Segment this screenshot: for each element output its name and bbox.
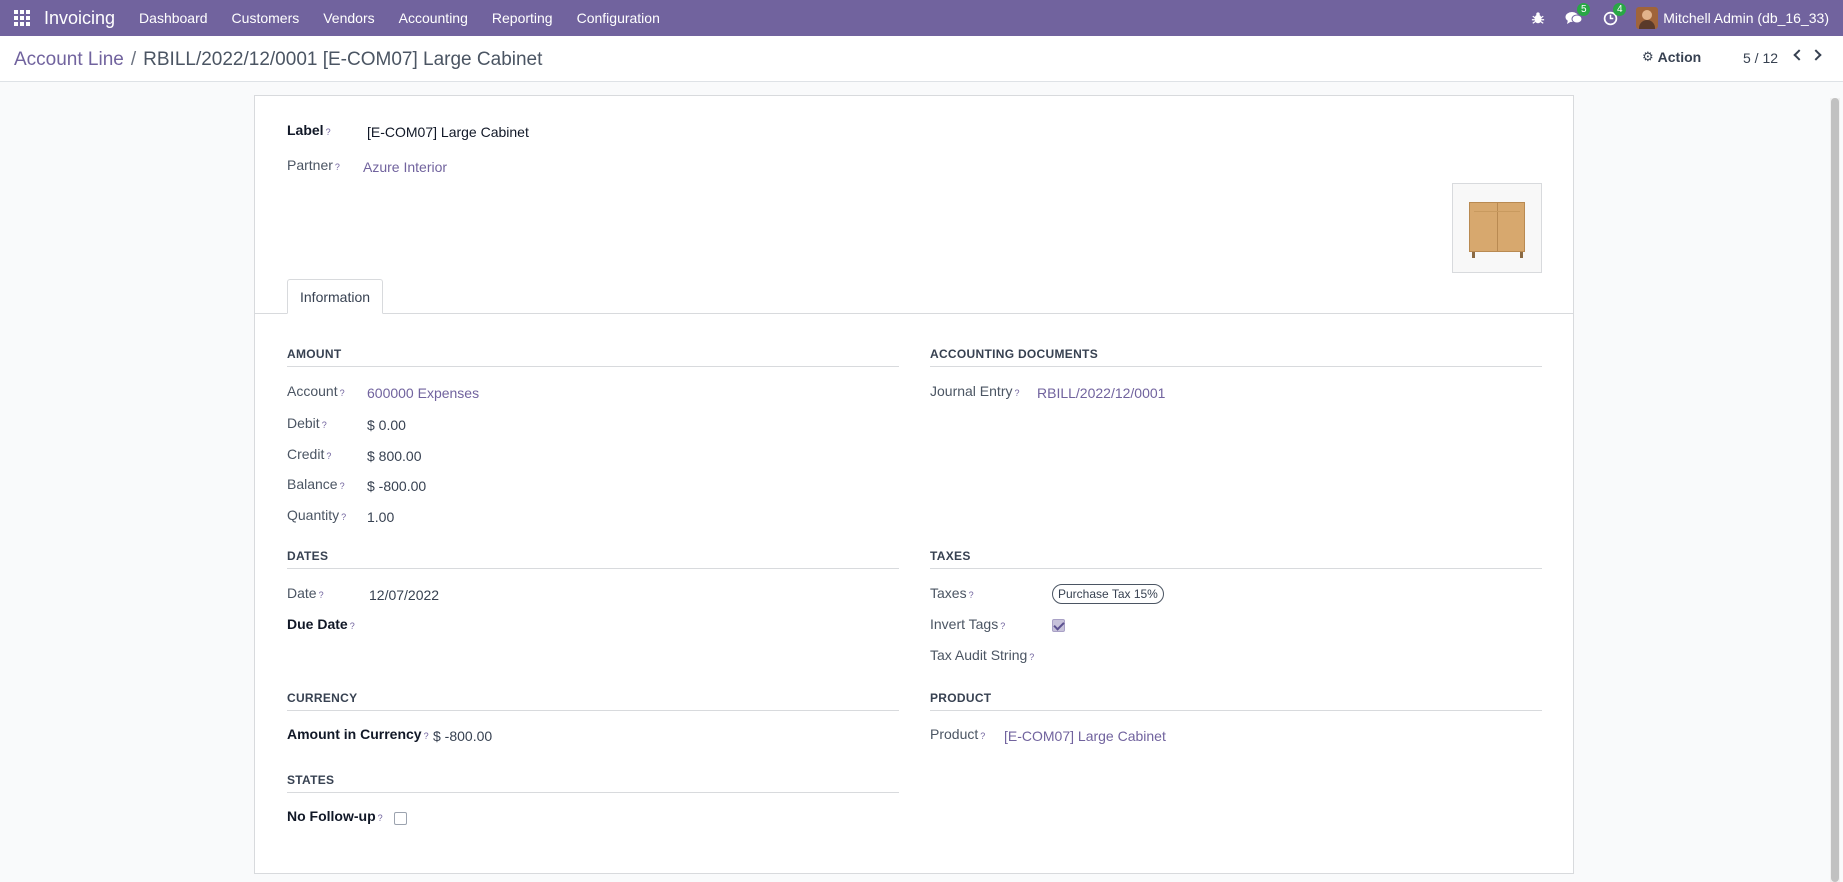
amount-currency-field-label: Amount in Currency? (287, 726, 429, 742)
tax-tag-purchase-15[interactable]: Purchase Tax 15% (1052, 584, 1164, 604)
pager-value[interactable]: 5 / 12 (1743, 50, 1778, 66)
no-followup-checkbox[interactable] (394, 812, 407, 825)
balance-field-label: Balance? (287, 476, 345, 492)
taxes-field-label: Taxes? (930, 585, 974, 601)
app-brand[interactable]: Invoicing (44, 8, 115, 29)
amount-currency-value: $ -800.00 (433, 728, 493, 744)
action-label: Action (1657, 49, 1702, 65)
date-value[interactable]: 12/07/2022 (369, 587, 439, 603)
section-taxes: TAXES (930, 549, 1542, 569)
messages-chat-icon[interactable]: 5 (1556, 0, 1592, 36)
form-sheet: Label? [E-COM07] Large Cabinet Partner? … (254, 95, 1574, 874)
due-date-field-label: Due Date? (287, 616, 355, 632)
partner-field-label: Partner? (287, 157, 340, 173)
control-panel: Account Line / RBILL/2022/12/0001 [E-COM… (0, 36, 1843, 82)
messages-badge: 5 (1577, 3, 1591, 16)
scrollbar-thumb[interactable] (1831, 98, 1839, 882)
invert-tags-checkbox[interactable] (1052, 619, 1065, 632)
activities-badge: 4 (1613, 3, 1627, 16)
menu-configuration[interactable]: Configuration (565, 0, 672, 36)
product-field-label: Product? (930, 726, 986, 742)
chevron-right-icon (1810, 49, 1822, 61)
quantity-field-label: Quantity? (287, 507, 347, 523)
debit-value: $ 0.00 (367, 417, 406, 433)
breadcrumb-account-line[interactable]: Account Line (14, 49, 124, 71)
section-states: STATES (287, 773, 899, 793)
tax-audit-string-field-label: Tax Audit String? (930, 647, 1035, 663)
breadcrumb: Account Line / RBILL/2022/12/0001 [E-COM… (14, 49, 542, 71)
apps-menu-icon[interactable] (0, 0, 44, 36)
label-field-value[interactable]: [E-COM07] Large Cabinet (367, 124, 529, 140)
invert-tags-field-label: Invert Tags? (930, 616, 1006, 632)
activities-clock-icon[interactable]: 4 (1592, 0, 1628, 36)
balance-value: $ -800.00 (367, 478, 427, 494)
menu-customers[interactable]: Customers (220, 0, 312, 36)
no-followup-field-label: No Follow-up? (287, 808, 383, 824)
gear-icon: ⚙ (1642, 49, 1654, 64)
product-link[interactable]: [E-COM07] Large Cabinet (1004, 728, 1166, 744)
cabinet-picture (1469, 202, 1525, 252)
pager-previous-button[interactable] (1790, 47, 1806, 65)
credit-value: $ 800.00 (367, 448, 422, 464)
user-menu[interactable]: Mitchell Admin (db_16_33) (1628, 7, 1843, 29)
tab-information[interactable]: Information (287, 279, 384, 314)
section-accounting-documents: ACCOUNTING DOCUMENTS (930, 347, 1542, 367)
section-currency: CURRENCY (287, 691, 899, 711)
date-field-label: Date? (287, 585, 324, 601)
account-field-label: Account? (287, 383, 345, 399)
chevron-left-icon (1793, 49, 1805, 61)
breadcrumb-current-record: RBILL/2022/12/0001 [E-COM07] Large Cabin… (143, 49, 543, 70)
debug-bug-icon[interactable] (1520, 0, 1556, 36)
quantity-value: 1.00 (367, 509, 395, 525)
label-field-label: Label? (287, 122, 331, 138)
page-scrollbar[interactable] (1830, 98, 1840, 882)
menu-reporting[interactable]: Reporting (480, 0, 565, 36)
cabinet-leg (1520, 252, 1523, 258)
pager-next-button[interactable] (1810, 47, 1826, 65)
notebook-tabs: Information (255, 279, 1573, 314)
partner-link[interactable]: Azure Interior (363, 159, 447, 175)
credit-field-label: Credit? (287, 446, 332, 462)
user-name: Mitchell Admin (db_16_33) (1663, 10, 1829, 26)
user-avatar (1636, 7, 1659, 29)
debit-field-label: Debit? (287, 415, 327, 431)
journal-entry-link[interactable]: RBILL/2022/12/0001 (1037, 385, 1165, 401)
top-navbar: Invoicing Dashboard Customers Vendors Ac… (0, 0, 1843, 36)
journal-entry-field-label: Journal Entry? (930, 383, 1020, 399)
menu-dashboard[interactable]: Dashboard (127, 0, 220, 36)
menu-vendors[interactable]: Vendors (311, 0, 386, 36)
section-dates: DATES (287, 549, 899, 569)
account-link[interactable]: 600000 Expenses (367, 385, 479, 401)
section-product: PRODUCT (930, 691, 1542, 711)
breadcrumb-separator: / (130, 49, 137, 70)
menu-accounting[interactable]: Accounting (387, 0, 480, 36)
action-button[interactable]: ⚙ Action (1642, 49, 1701, 65)
cabinet-leg (1472, 252, 1475, 258)
section-amount: AMOUNT (287, 347, 899, 367)
product-image[interactable] (1452, 183, 1542, 273)
